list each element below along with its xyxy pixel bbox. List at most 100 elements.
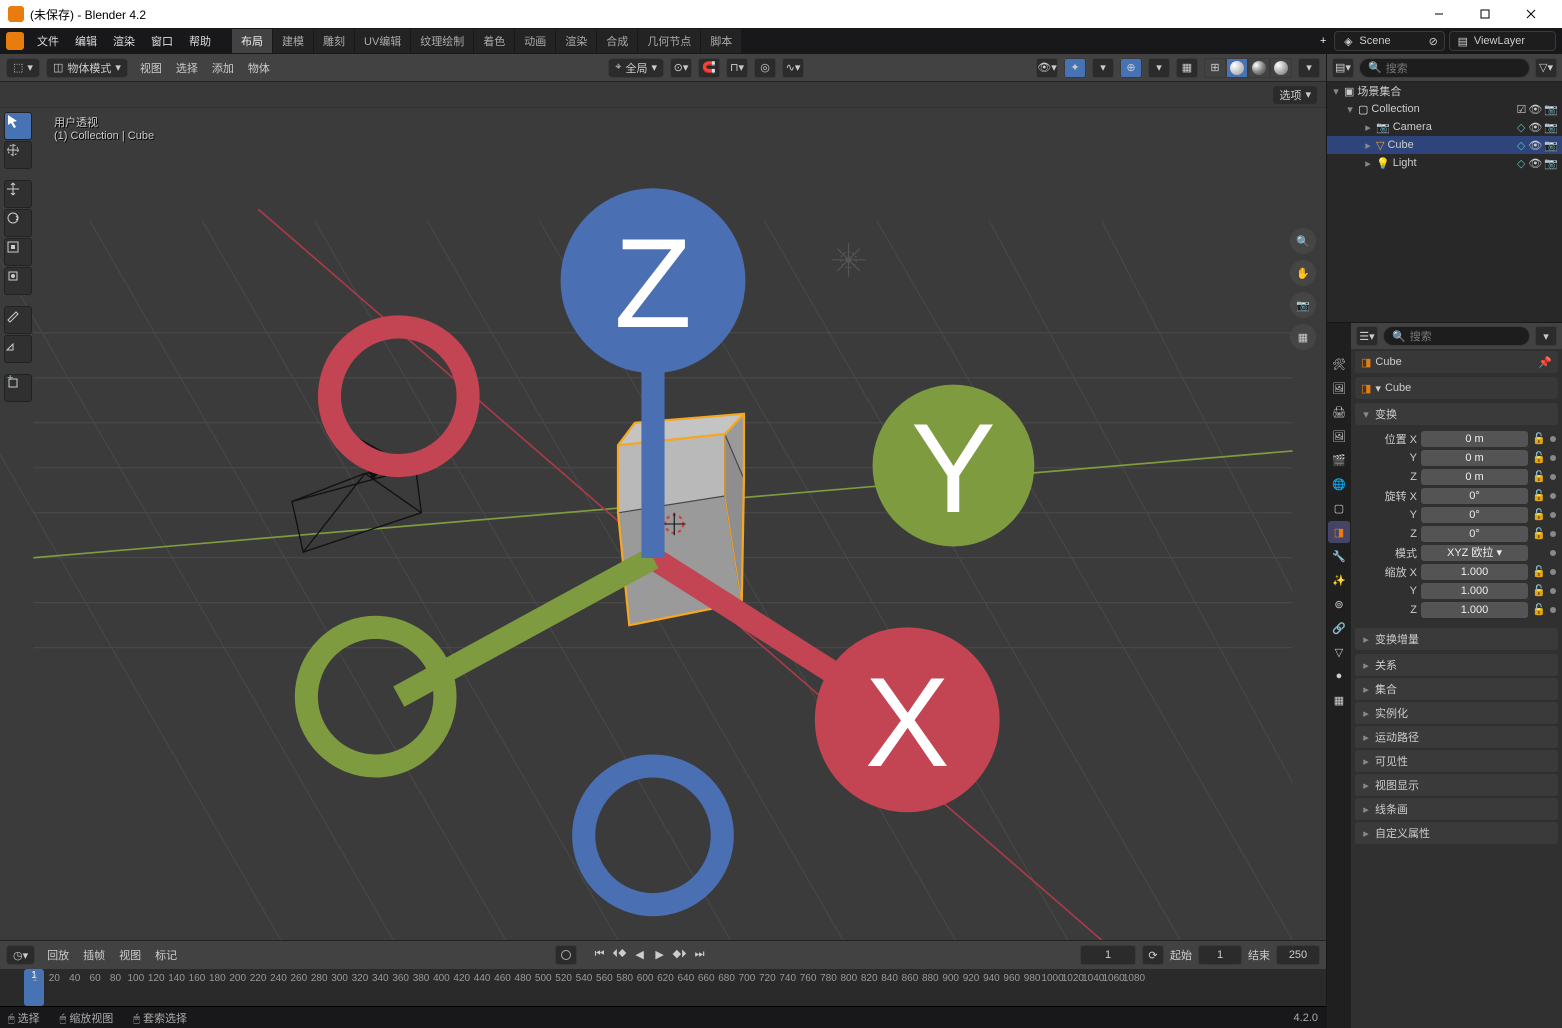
workspace-tab[interactable]: 布局 bbox=[232, 29, 272, 53]
collection-row[interactable]: ▾▢ Collection ☑👁📷 bbox=[1327, 100, 1562, 118]
lock-icon[interactable]: 🔓 bbox=[1532, 470, 1546, 484]
data-tab[interactable]: ▽ bbox=[1328, 641, 1350, 663]
menu-文件[interactable]: 文件 bbox=[30, 29, 66, 53]
pan-button[interactable]: ✋ bbox=[1290, 260, 1316, 286]
animate-dot[interactable] bbox=[1550, 436, 1556, 442]
eye-icon[interactable]: 👁 bbox=[1528, 139, 1542, 152]
outliner-type[interactable]: ▤▾ bbox=[1332, 58, 1354, 78]
collapsed-panel[interactable]: ▸线条画 bbox=[1355, 798, 1558, 820]
render-icon[interactable]: 📷 bbox=[1544, 157, 1558, 170]
minimize-button[interactable] bbox=[1416, 0, 1462, 28]
material-shading[interactable] bbox=[1248, 58, 1270, 78]
pin-icon[interactable]: ⊘ bbox=[1429, 35, 1438, 48]
options-dropdown[interactable]: 选项 ▾ bbox=[1272, 85, 1318, 105]
menu-窗口[interactable]: 窗口 bbox=[144, 29, 180, 53]
gizmo-toggle[interactable]: ✦ bbox=[1064, 58, 1086, 78]
visibility-toggle[interactable]: 👁▾ bbox=[1036, 58, 1058, 78]
props-editor-type[interactable]: ☰▾ bbox=[1356, 326, 1378, 346]
add-workspace-button[interactable]: + bbox=[1312, 31, 1334, 51]
workspace-tab[interactable]: 脚本 bbox=[701, 29, 741, 53]
orientation-selector[interactable]: ⌖ 全局 ▾ bbox=[608, 58, 664, 78]
output-tab[interactable]: 🖨 bbox=[1328, 401, 1350, 423]
workspace-tab[interactable]: 几何节点 bbox=[638, 29, 700, 53]
outliner-item[interactable]: ▸📷Camera◇👁📷 bbox=[1327, 118, 1562, 136]
pivot-selector[interactable]: ⊙▾ bbox=[670, 58, 692, 78]
collection-tab[interactable]: ▢ bbox=[1328, 497, 1350, 519]
snap-menu[interactable]: ⊓▾ bbox=[726, 58, 748, 78]
snap-toggle[interactable]: 🧲 bbox=[698, 58, 720, 78]
select-box-tool[interactable] bbox=[4, 112, 32, 140]
scale-x-input[interactable]: 1.000 bbox=[1421, 564, 1528, 580]
lock-icon[interactable]: 🔓 bbox=[1532, 451, 1546, 465]
vp-menu-item[interactable]: 选择 bbox=[170, 57, 204, 79]
mode-selector[interactable]: ◫ 物体模式 ▾ bbox=[46, 58, 128, 78]
timeline-editor-type[interactable]: ◷▾ bbox=[6, 945, 35, 965]
workspace-tab[interactable]: 建模 bbox=[273, 29, 313, 53]
start-frame-input[interactable]: 1 bbox=[1198, 945, 1242, 965]
overlay-toggle[interactable]: ⊕ bbox=[1120, 58, 1142, 78]
frame-range-toggle[interactable]: ⟳ bbox=[1142, 945, 1164, 965]
perspective-toggle[interactable]: ▦ bbox=[1290, 324, 1316, 350]
outliner-item[interactable]: ▸▽Cube◇👁📷 bbox=[1327, 136, 1562, 154]
proportional-falloff[interactable]: ∿▾ bbox=[782, 58, 804, 78]
collapsed-panel[interactable]: ▸自定义属性 bbox=[1355, 822, 1558, 844]
collapsed-panel[interactable]: ▸实例化 bbox=[1355, 702, 1558, 724]
scale-y-input[interactable]: 1.000 bbox=[1421, 583, 1528, 599]
eye-icon[interactable]: 👁 bbox=[1528, 103, 1542, 116]
timeline-menu-item[interactable]: 视图 bbox=[113, 944, 147, 966]
3d-viewport[interactable]: + 用户透视 (1) Collection | Cube X Y Z 🔍 bbox=[0, 108, 1326, 940]
editor-type-selector[interactable]: ⬚▾ bbox=[6, 58, 40, 78]
modifier-tab[interactable]: 🔧 bbox=[1328, 545, 1350, 567]
object-tab[interactable]: ◨ bbox=[1328, 521, 1350, 543]
props-options[interactable]: ▾ bbox=[1535, 326, 1557, 346]
solid-shading[interactable] bbox=[1226, 58, 1248, 78]
collapsed-panel[interactable]: ▸视图显示 bbox=[1355, 774, 1558, 796]
play-reverse[interactable]: ◀ bbox=[631, 945, 649, 963]
pin-icon[interactable]: 📌 bbox=[1538, 356, 1552, 369]
particles-tab[interactable]: ✨ bbox=[1328, 569, 1350, 591]
timeline-menu-item[interactable]: 标记 bbox=[149, 944, 183, 966]
properties-search[interactable]: 🔍 搜索 bbox=[1383, 326, 1530, 346]
xray-toggle[interactable]: ▦ bbox=[1176, 58, 1198, 78]
lock-icon[interactable]: 🔓 bbox=[1532, 432, 1546, 446]
workspace-tab[interactable]: UV编辑 bbox=[355, 29, 410, 53]
overlay-menu[interactable]: ▾ bbox=[1148, 58, 1170, 78]
eye-icon[interactable]: 👁 bbox=[1528, 121, 1542, 134]
close-button[interactable] bbox=[1508, 0, 1554, 28]
outliner-item[interactable]: ▸💡Light◇👁📷 bbox=[1327, 154, 1562, 172]
eye-icon[interactable]: 👁 bbox=[1528, 157, 1542, 170]
workspace-tab[interactable]: 合成 bbox=[597, 29, 637, 53]
timeline-menu-item[interactable]: 回放 bbox=[41, 944, 75, 966]
material-tab[interactable]: ● bbox=[1328, 665, 1350, 687]
physics-tab[interactable]: ⊚ bbox=[1328, 593, 1350, 615]
zoom-button[interactable]: 🔍 bbox=[1290, 228, 1316, 254]
collapsed-panel[interactable]: ▸运动路径 bbox=[1355, 726, 1558, 748]
collapsed-panel[interactable]: ▸关系 bbox=[1355, 654, 1558, 676]
render-icon[interactable]: 📷 bbox=[1544, 121, 1558, 134]
gizmo-menu[interactable]: ▾ bbox=[1092, 58, 1114, 78]
jump-to-start[interactable]: ⏮ bbox=[591, 945, 609, 963]
shading-options[interactable]: ▾ bbox=[1298, 58, 1320, 78]
workspace-tab[interactable]: 动画 bbox=[515, 29, 555, 53]
scene-selector[interactable]: ◈ Scene ⊘ bbox=[1334, 31, 1444, 51]
scale-z-input[interactable]: 1.000 bbox=[1421, 602, 1528, 618]
vp-menu-item[interactable]: 物体 bbox=[242, 57, 276, 79]
workspace-tab[interactable]: 纹理绘制 bbox=[411, 29, 473, 53]
menu-渲染[interactable]: 渲染 bbox=[106, 29, 142, 53]
navigation-gizmo[interactable]: X Y Z bbox=[0, 142, 1316, 940]
viewlayer-tab[interactable]: 🖼 bbox=[1328, 425, 1350, 447]
world-tab[interactable]: 🌐 bbox=[1328, 473, 1350, 495]
outliner-search[interactable]: 🔍 搜索 bbox=[1359, 58, 1530, 78]
timeline-track[interactable]: 1 12040608010012014016018020022024026028… bbox=[0, 969, 1326, 1006]
menu-编辑[interactable]: 编辑 bbox=[68, 29, 104, 53]
camera-view-button[interactable]: 📷 bbox=[1290, 292, 1316, 318]
rot-y-input[interactable]: 0° bbox=[1421, 507, 1528, 523]
wireframe-shading[interactable]: ⊞ bbox=[1204, 58, 1226, 78]
outliner[interactable]: ▾▣ 场景集合 ▾▢ Collection ☑👁📷 ▸📷Camera◇👁📷▸▽C… bbox=[1327, 82, 1562, 322]
texture-tab[interactable]: ▦ bbox=[1328, 689, 1350, 711]
checkbox-icon[interactable]: ☑ bbox=[1516, 103, 1526, 116]
scene-tab[interactable]: 🎬 bbox=[1328, 449, 1350, 471]
workspace-tab[interactable]: 雕刻 bbox=[314, 29, 354, 53]
rot-z-input[interactable]: 0° bbox=[1421, 526, 1528, 542]
rot-x-input[interactable]: 0° bbox=[1421, 488, 1528, 504]
